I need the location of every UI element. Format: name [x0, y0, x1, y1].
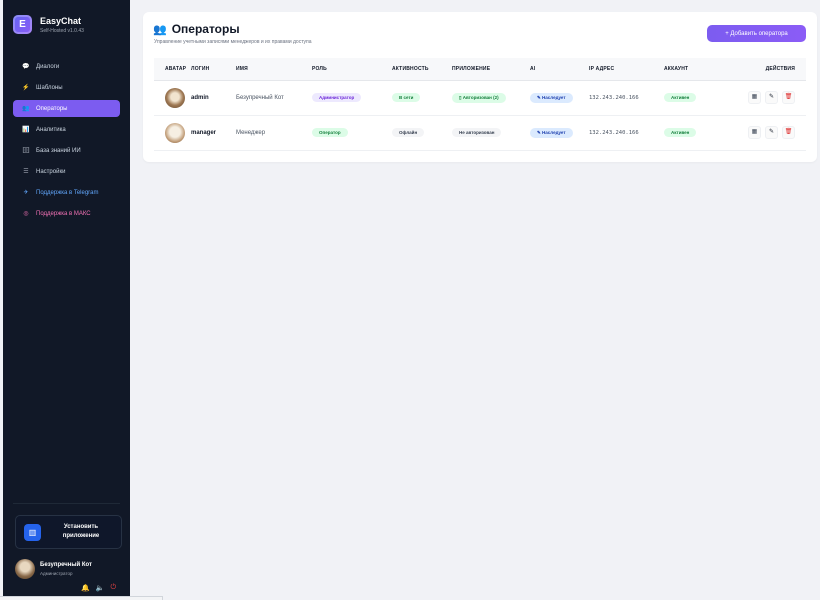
avatar	[15, 559, 35, 579]
operators-card: 👥 Операторы Управление учетными записями…	[143, 12, 817, 162]
app-status-badge: ▯ Авторизован (2)	[452, 92, 506, 103]
notification-bell-icon[interactable]: 🔔	[81, 584, 90, 592]
brand-version: Self-Hosted v1.0.43	[40, 27, 84, 34]
sidebar-item-knowledge-base[interactable]: 🗄 База знаний ИИ	[13, 142, 120, 159]
role-badge: Администратор	[312, 93, 362, 102]
login-cell: manager	[191, 115, 236, 151]
user-role: Администратор	[40, 571, 73, 576]
max-icon: ◎	[23, 211, 29, 217]
ip-cell: 132.243.240.166	[589, 115, 664, 151]
sound-icon[interactable]: 🔈	[96, 584, 105, 592]
avatar	[165, 87, 185, 108]
chart-icon: 📊	[22, 127, 30, 133]
telegram-icon: ✈	[23, 190, 29, 196]
page-header: 👥 Операторы	[153, 22, 240, 36]
column-header: ПРИЛОЖЕНИЕ	[452, 58, 530, 81]
trash-icon[interactable]: 🗑	[782, 91, 795, 104]
user-info: Безупречный Кот Администратор	[40, 562, 92, 576]
sidebar-item-settings[interactable]: ☰ Настройки	[13, 163, 120, 180]
sidebar-item-operators[interactable]: 👥 Операторы	[13, 100, 120, 117]
role-badge: Оператор	[312, 128, 348, 137]
current-user[interactable]: Безупречный Кот Администратор	[15, 559, 92, 579]
edit-icon[interactable]: ✎	[765, 126, 778, 139]
sidebar-item-analytics[interactable]: 📊 Аналитика	[13, 121, 120, 138]
column-header: ИМЯ	[236, 58, 312, 81]
app-icon: ▥	[24, 523, 41, 541]
sidebar-item-label: Поддержка в МАКС	[36, 210, 91, 217]
browser-status-bar	[0, 596, 163, 600]
sidebar-item-label: Поддержка в Telegram	[36, 189, 99, 196]
brand-text: EasyChat Self-Hosted v1.0.43	[40, 16, 84, 34]
install-app-button[interactable]: ▥ Установить приложение	[15, 515, 122, 549]
ai-badge: ✎ Наследует	[530, 127, 573, 138]
add-operator-button[interactable]: + Добавить оператора	[707, 25, 806, 42]
sidebar-nav: 💬 Диалоги ⚡ Шаблоны 👥 Операторы 📊 Аналит…	[13, 58, 120, 226]
user-name: Безупречный Кот	[40, 562, 92, 568]
logout-icon[interactable]: ⏻	[110, 584, 116, 592]
trash-icon[interactable]: 🗑	[782, 126, 795, 139]
page-subtitle: Управление учетными записями менеджеров …	[154, 39, 312, 45]
name-cell: Менеджер	[236, 115, 312, 151]
actions-cell: ▦ ✎ 🗑	[727, 80, 806, 116]
login-cell: admin	[191, 80, 236, 116]
column-header: AI	[530, 58, 589, 81]
qr-code-icon[interactable]: ▦	[748, 126, 761, 139]
sidebar-divider	[13, 503, 120, 504]
column-header: IP АДРЕС	[589, 58, 664, 81]
account-status-badge: Активен	[664, 128, 697, 137]
sidebar-item-label: Аналитика	[36, 126, 66, 133]
chat-icon: 💬	[22, 64, 30, 70]
column-header: РОЛЬ	[312, 58, 392, 81]
column-header: ЛОГИН	[191, 58, 236, 81]
ip-cell: 132.243.240.166	[589, 80, 664, 116]
brand[interactable]: E EasyChat Self-Hosted v1.0.43	[13, 15, 84, 34]
avatar	[165, 122, 185, 143]
activity-badge: В сети	[392, 93, 421, 102]
sidebar-item-max-support[interactable]: ◎ Поддержка в МАКС	[13, 205, 120, 222]
sidebar-item-label: Операторы	[36, 105, 68, 112]
qr-code-icon[interactable]: ▦	[748, 91, 761, 104]
sidebar: E EasyChat Self-Hosted v1.0.43 💬 Диалоги…	[3, 0, 130, 596]
brand-name: EasyChat	[40, 15, 82, 26]
activity-badge: Офлайн	[392, 128, 425, 137]
table-row: manager Менеджер Оператор Офлайн Не авто…	[154, 115, 806, 151]
operators-table: АВАТАР ЛОГИН ИМЯ РОЛЬ АКТИВНОСТЬ ПРИЛОЖЕ…	[154, 58, 806, 151]
bolt-icon: ⚡	[22, 85, 30, 91]
column-header: АВАТАР	[154, 58, 191, 81]
table-header-row: АВАТАР ЛОГИН ИМЯ РОЛЬ АКТИВНОСТЬ ПРИЛОЖЕ…	[154, 58, 806, 81]
column-header: АКТИВНОСТЬ	[392, 58, 452, 81]
sidebar-item-dialogs[interactable]: 💬 Диалоги	[13, 58, 120, 75]
actions-cell: ▦ ✎ 🗑	[727, 115, 806, 151]
brand-logo: E	[13, 15, 32, 34]
sidebar-footer-icons: 🔔 🔈 ⏻	[81, 584, 116, 592]
edit-icon[interactable]: ✎	[765, 91, 778, 104]
database-icon: 🗄	[22, 148, 30, 154]
sidebar-item-label: Диалоги	[36, 63, 60, 70]
sidebar-item-templates[interactable]: ⚡ Шаблоны	[13, 79, 120, 96]
sidebar-item-label: База знаний ИИ	[36, 147, 81, 154]
app-status-badge: Не авторизован	[452, 128, 502, 137]
account-status-badge: Активен	[664, 93, 697, 102]
ai-badge: ✎ Наследует	[530, 92, 573, 103]
sliders-icon: ☰	[23, 169, 29, 175]
column-header: АККАУНТ	[664, 58, 727, 81]
sidebar-item-label: Настройки	[36, 168, 66, 175]
users-icon: 👥	[153, 23, 167, 36]
sidebar-item-label: Шаблоны	[36, 84, 63, 91]
sidebar-item-telegram-support[interactable]: ✈ Поддержка в Telegram	[13, 184, 120, 201]
install-app-label: Установить приложение	[62, 524, 100, 539]
column-header: ДЕЙСТВИЯ	[727, 58, 806, 81]
users-icon: 👥	[22, 106, 30, 112]
table-row: admin Безупречный Кот Администратор В се…	[154, 80, 806, 116]
name-cell: Безупречный Кот	[236, 80, 312, 116]
page-title: Операторы	[171, 22, 240, 36]
